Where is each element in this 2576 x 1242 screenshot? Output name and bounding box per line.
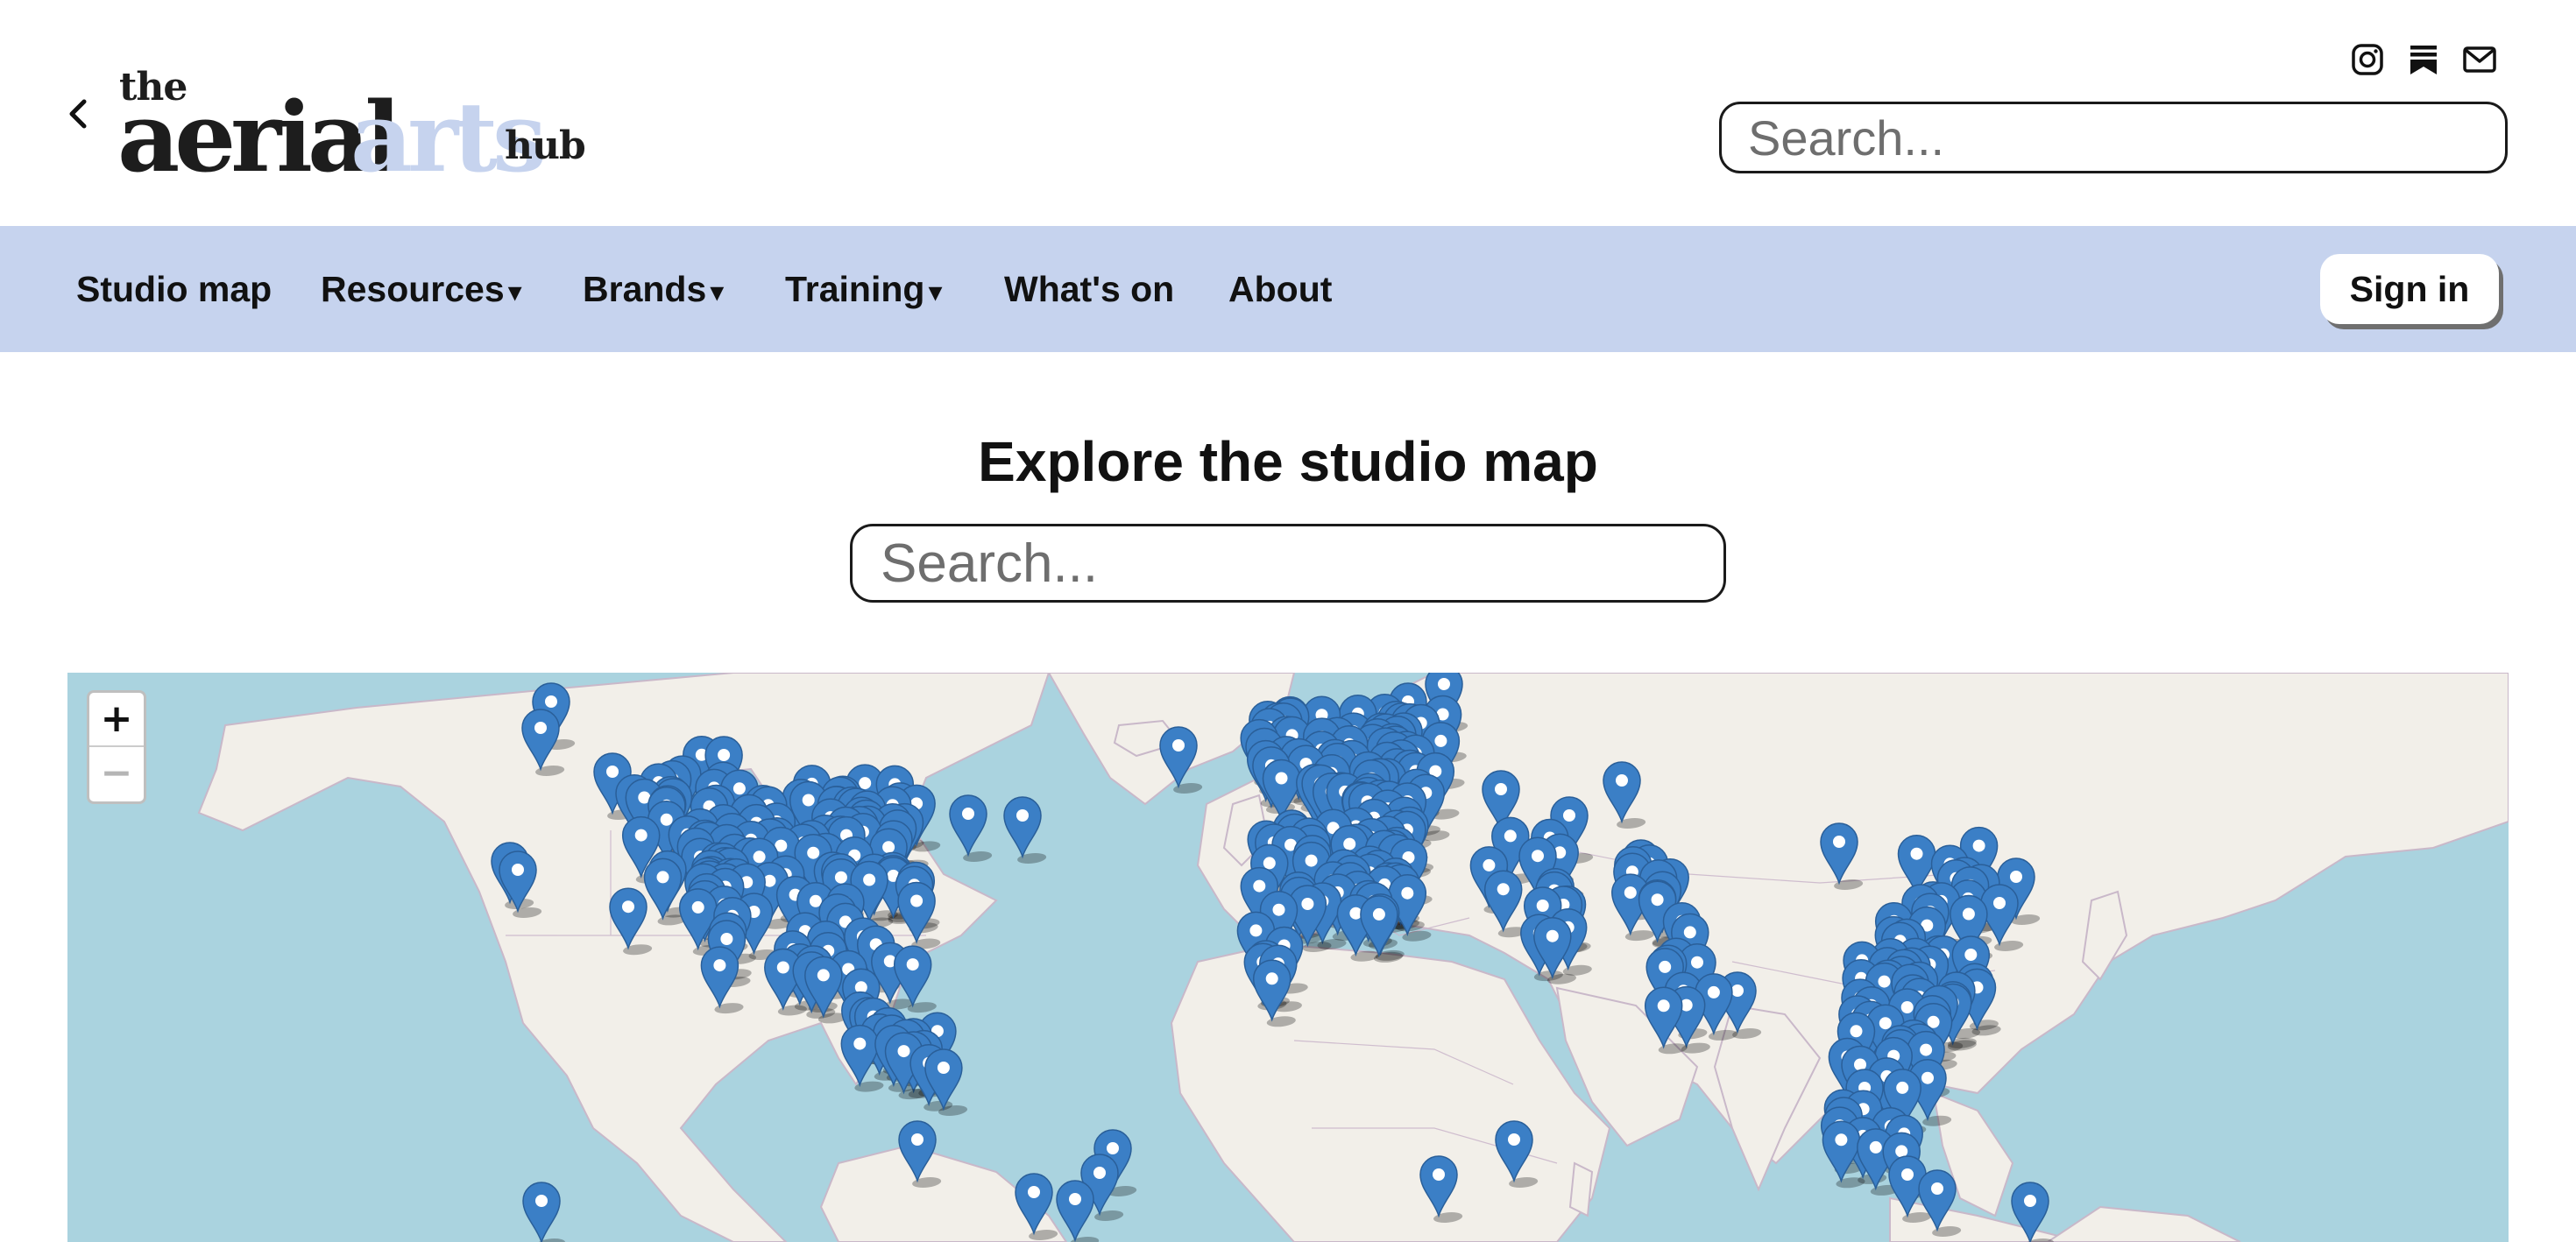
- main-nav: Studio map Resources ▾ Brands ▾ Training ▾ …: [0, 226, 2576, 352]
- caret-down-icon: ▾: [928, 276, 943, 307]
- map-pin-icon[interactable]: [1015, 1173, 1061, 1240]
- nav-item-label: Training: [785, 269, 925, 309]
- zoom-in-button[interactable]: +: [89, 693, 144, 747]
- map-pin-icon[interactable]: [1419, 1155, 1466, 1223]
- nav-item-training[interactable]: Training ▾: [785, 226, 943, 352]
- nav-item-label: What's on: [1004, 269, 1175, 309]
- map-pin-icon[interactable]: [1159, 726, 1206, 794]
- nav-item-resources[interactable]: Resources ▾: [321, 226, 522, 352]
- nav-item-whats-on[interactable]: What's on: [1004, 226, 1174, 352]
- mail-icon[interactable]: [2460, 40, 2499, 79]
- map-markers[interactable]: [67, 673, 2509, 1242]
- map-pin-icon[interactable]: [1003, 796, 1050, 864]
- zoom-control: + −: [87, 690, 146, 804]
- zoom-out-button[interactable]: −: [89, 747, 144, 800]
- caret-down-icon: ▾: [710, 276, 725, 307]
- nav-item-label: Resources: [321, 269, 505, 309]
- map-pin-icon[interactable]: [898, 1120, 945, 1188]
- logo-hub: hub: [505, 123, 586, 168]
- nav-item-label: Studio map: [76, 269, 272, 309]
- map-pin-icon[interactable]: [1603, 761, 1649, 829]
- nav-item-about[interactable]: About: [1228, 226, 1332, 352]
- sign-in-button[interactable]: Sign in: [2320, 254, 2499, 324]
- map-pin-icon[interactable]: [1495, 1120, 1541, 1188]
- site-header: the aerial arts hub: [0, 0, 2576, 226]
- map-pin-icon[interactable]: [949, 794, 995, 862]
- caret-down-icon: ▾: [507, 276, 522, 307]
- header-search-input[interactable]: [1719, 102, 2508, 173]
- map-pin-icon[interactable]: [2011, 1182, 2057, 1242]
- substack-icon[interactable]: [2404, 40, 2443, 79]
- nav-item-label: Brands: [583, 269, 707, 309]
- map-pin-icon[interactable]: [1820, 822, 1866, 890]
- nav-item-studio-map[interactable]: Studio map: [76, 226, 272, 352]
- map-pin-icon[interactable]: [522, 1182, 569, 1242]
- map-pin-icon[interactable]: [897, 881, 944, 949]
- studio-map[interactable]: + −: [67, 673, 2509, 1242]
- instagram-icon[interactable]: [2348, 40, 2387, 79]
- site-logo[interactable]: the aerial arts hub: [117, 61, 591, 194]
- map-pin-icon[interactable]: [609, 887, 655, 956]
- nav-item-label: About: [1228, 269, 1333, 309]
- nav-item-brands[interactable]: Brands ▾: [583, 226, 724, 352]
- map-pin-icon[interactable]: [1918, 1169, 1964, 1237]
- page-title: Explore the studio map: [978, 430, 1598, 493]
- chevron-left-icon[interactable]: [61, 95, 96, 133]
- map-search-input[interactable]: [850, 524, 1726, 603]
